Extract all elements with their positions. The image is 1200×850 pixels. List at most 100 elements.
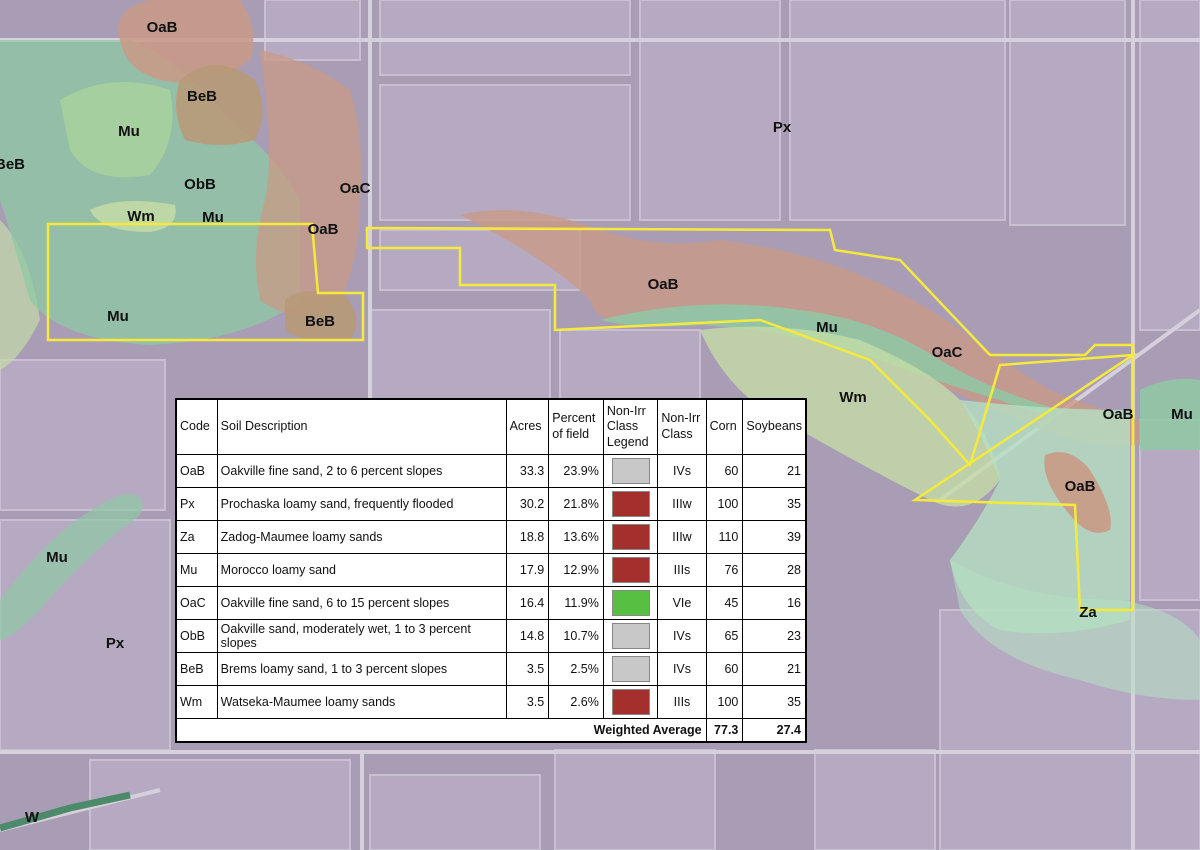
cell-percent: 21.8% xyxy=(548,487,604,521)
cell-description: Zadog-Maumee loamy sands xyxy=(216,520,507,554)
cell-soybeans: 21 xyxy=(742,454,807,488)
class-legend-swatch xyxy=(611,491,650,517)
soil-label: Px xyxy=(106,635,125,652)
table-row: Za Zadog-Maumee loamy sands 18.8 13.6% IIIw 1… xyxy=(175,520,807,554)
cell-acres: 17.9 xyxy=(505,553,550,587)
cell-class-legend xyxy=(602,685,659,719)
soil-label: OaB xyxy=(1103,406,1134,423)
class-legend-swatch xyxy=(611,557,650,583)
cell-soybeans: 39 xyxy=(742,520,807,554)
class-legend-swatch xyxy=(611,623,650,649)
cell-class-legend xyxy=(602,454,659,488)
cell-description: Watseka-Maumee loamy sands xyxy=(216,685,507,719)
class-legend-swatch xyxy=(611,524,650,550)
cell-corn: 100 xyxy=(705,685,744,719)
table-row: Wm Watseka-Maumee loamy sands 3.5 2.6% IIIs 1… xyxy=(175,685,807,719)
soil-label: Mu xyxy=(816,319,838,336)
cell-percent: 10.7% xyxy=(548,619,604,653)
cell-class: IVs xyxy=(657,652,707,686)
cell-class-legend xyxy=(602,652,659,686)
cell-class-legend xyxy=(602,586,659,620)
table-row: Px Prochaska loamy sand, frequently flood… xyxy=(175,487,807,521)
cell-code: OaC xyxy=(175,586,218,620)
soil-label: Mu xyxy=(46,549,68,566)
table-row: OaB Oakville fine sand, 2 to 6 percent sl… xyxy=(175,454,807,488)
cell-acres: 30.2 xyxy=(505,487,550,521)
cell-corn: 60 xyxy=(705,652,744,686)
cell-class-legend xyxy=(602,520,659,554)
weighted-average-soybeans: 27.4 xyxy=(742,718,807,743)
weighted-average-label: Weighted Average xyxy=(175,718,707,743)
soil-label: OaC xyxy=(340,180,371,197)
soil-label: ObB xyxy=(184,176,216,193)
cell-percent: 23.9% xyxy=(548,454,604,488)
soil-label: Wm xyxy=(839,389,867,406)
cell-acres: 16.4 xyxy=(505,586,550,620)
weighted-average-corn: 77.3 xyxy=(705,718,744,743)
header-acres: Acres xyxy=(505,398,550,455)
cell-class-legend xyxy=(602,619,659,653)
cell-description: Morocco loamy sand xyxy=(216,553,507,587)
cell-soybeans: 35 xyxy=(742,685,807,719)
table-row: BeB Brems loamy sand, 1 to 3 percent slop… xyxy=(175,652,807,686)
cell-acres: 14.8 xyxy=(505,619,550,653)
cell-acres: 3.5 xyxy=(505,685,550,719)
soil-label: OaC xyxy=(932,344,963,361)
cell-soybeans: 28 xyxy=(742,553,807,587)
soil-label: OaB xyxy=(648,276,679,293)
soil-table: Code Soil Description Acres Percent of fi… xyxy=(175,398,807,743)
cell-corn: 45 xyxy=(705,586,744,620)
cell-soybeans: 35 xyxy=(742,487,807,521)
cell-corn: 110 xyxy=(705,520,744,554)
soil-label: Mu xyxy=(202,209,224,226)
cell-corn: 65 xyxy=(705,619,744,653)
cell-code: Px xyxy=(175,487,218,521)
cell-corn: 100 xyxy=(705,487,744,521)
cell-class-legend xyxy=(602,553,659,587)
cell-code: OaB xyxy=(175,454,218,488)
header-percent: Percent of field xyxy=(548,398,604,455)
soil-label: OaB xyxy=(147,19,178,36)
header-corn: Corn xyxy=(705,398,744,455)
cell-soybeans: 23 xyxy=(742,619,807,653)
header-description: Soil Description xyxy=(216,398,507,455)
cell-percent: 11.9% xyxy=(548,586,604,620)
cell-corn: 60 xyxy=(705,454,744,488)
table-row: OaC Oakville fine sand, 6 to 15 percent s… xyxy=(175,586,807,620)
cell-percent: 12.9% xyxy=(548,553,604,587)
cell-description: Oakville fine sand, 6 to 15 percent slop… xyxy=(216,586,507,620)
soil-label: Za xyxy=(1079,604,1097,621)
cell-acres: 3.5 xyxy=(505,652,550,686)
soil-label: OaB xyxy=(308,221,339,238)
cell-code: ObB xyxy=(175,619,218,653)
cell-class: IVs xyxy=(657,619,707,653)
cell-description: Prochaska loamy sand, frequently flooded xyxy=(216,487,507,521)
cell-class: IIIs xyxy=(657,553,707,587)
soil-label: Wm xyxy=(127,208,155,225)
soil-label: BeB xyxy=(187,88,217,105)
cell-corn: 76 xyxy=(705,553,744,587)
cell-class: IVs xyxy=(657,454,707,488)
cell-soybeans: 21 xyxy=(742,652,807,686)
header-class-legend: Non-Irr Class Legend xyxy=(602,398,659,455)
class-legend-swatch xyxy=(611,689,650,715)
soil-label: W xyxy=(25,809,40,826)
soil-label: Mu xyxy=(107,308,129,325)
zone-beb-north xyxy=(176,65,263,145)
class-legend-swatch xyxy=(611,458,650,484)
soil-label: Px xyxy=(773,119,792,136)
class-legend-swatch xyxy=(611,590,650,616)
cell-description: Brems loamy sand, 1 to 3 percent slopes xyxy=(216,652,507,686)
cell-percent: 13.6% xyxy=(548,520,604,554)
cell-soybeans: 16 xyxy=(742,586,807,620)
cell-description: Oakville fine sand, 2 to 6 percent slope… xyxy=(216,454,507,488)
class-legend-swatch xyxy=(611,656,650,682)
cell-percent: 2.6% xyxy=(548,685,604,719)
cell-code: Za xyxy=(175,520,218,554)
cell-class-legend xyxy=(602,487,659,521)
table-row: Mu Morocco loamy sand 17.9 12.9% IIIs 76 28 xyxy=(175,553,807,587)
cell-code: BeB xyxy=(175,652,218,686)
cell-class: IIIw xyxy=(657,487,707,521)
soil-label: OaB xyxy=(1065,478,1096,495)
soil-label: BeB xyxy=(0,156,25,173)
